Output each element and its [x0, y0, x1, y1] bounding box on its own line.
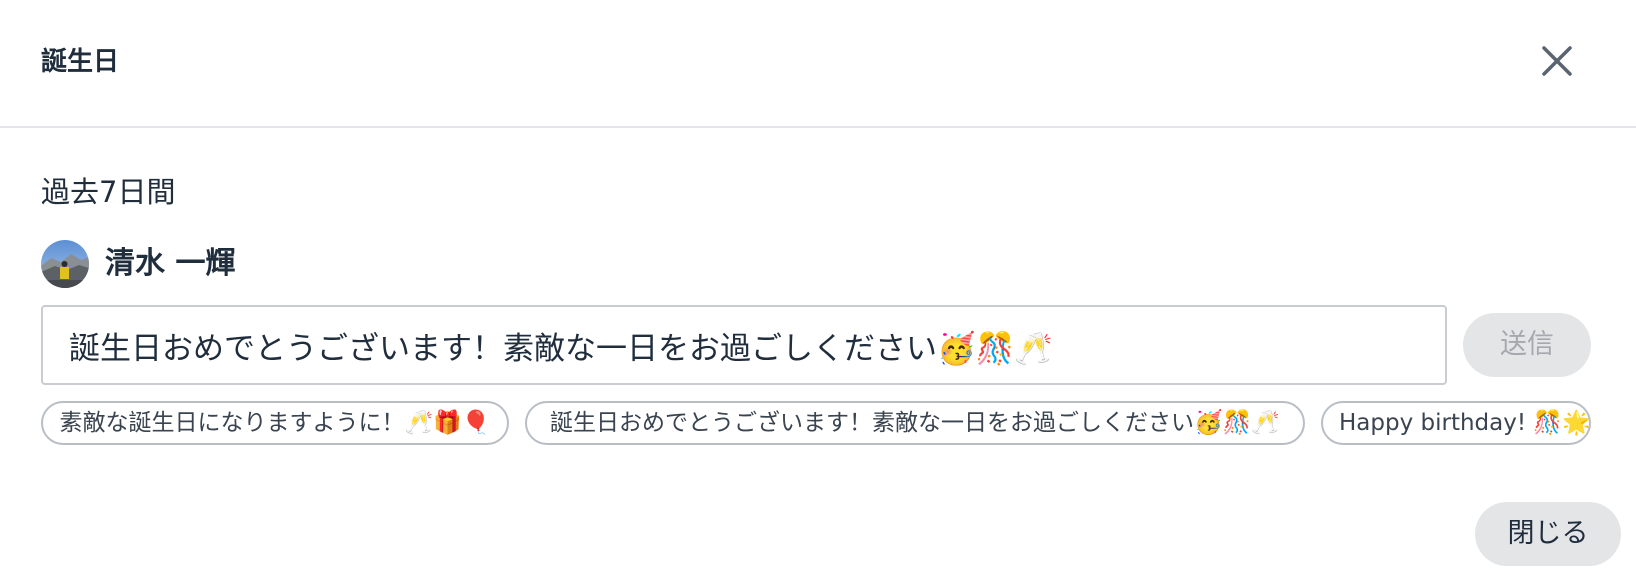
person-name: 清水 一輝 — [105, 246, 236, 281]
dialog-title: 誕生日 — [41, 47, 120, 77]
avatar — [41, 240, 89, 288]
suggestion-chip[interactable]: Happy birthday! 🎊🌟 — [1321, 401, 1591, 445]
dialog-header: 誕生日 — [0, 0, 1636, 128]
birthday-person: 清水 一輝 — [41, 240, 235, 288]
close-button[interactable] — [1534, 38, 1580, 84]
close-icon — [1542, 46, 1572, 76]
send-button[interactable]: 送信 — [1463, 313, 1591, 377]
message-input[interactable] — [41, 305, 1447, 385]
suggestion-list: 素敵な誕生日になりますように！🥂🎁🎈 誕生日おめでとうございます！素敵な一日をお… — [41, 401, 1591, 445]
suggestion-chip[interactable]: 素敵な誕生日になりますように！🥂🎁🎈 — [41, 401, 509, 445]
avatar-photo-icon — [41, 240, 89, 288]
section-label: 過去7日間 — [41, 175, 176, 209]
close-dialog-button[interactable]: 閉じる — [1475, 502, 1621, 566]
suggestion-chip[interactable]: 誕生日おめでとうございます！素敵な一日をお過ごしください🥳🎊🥂 — [525, 401, 1305, 445]
